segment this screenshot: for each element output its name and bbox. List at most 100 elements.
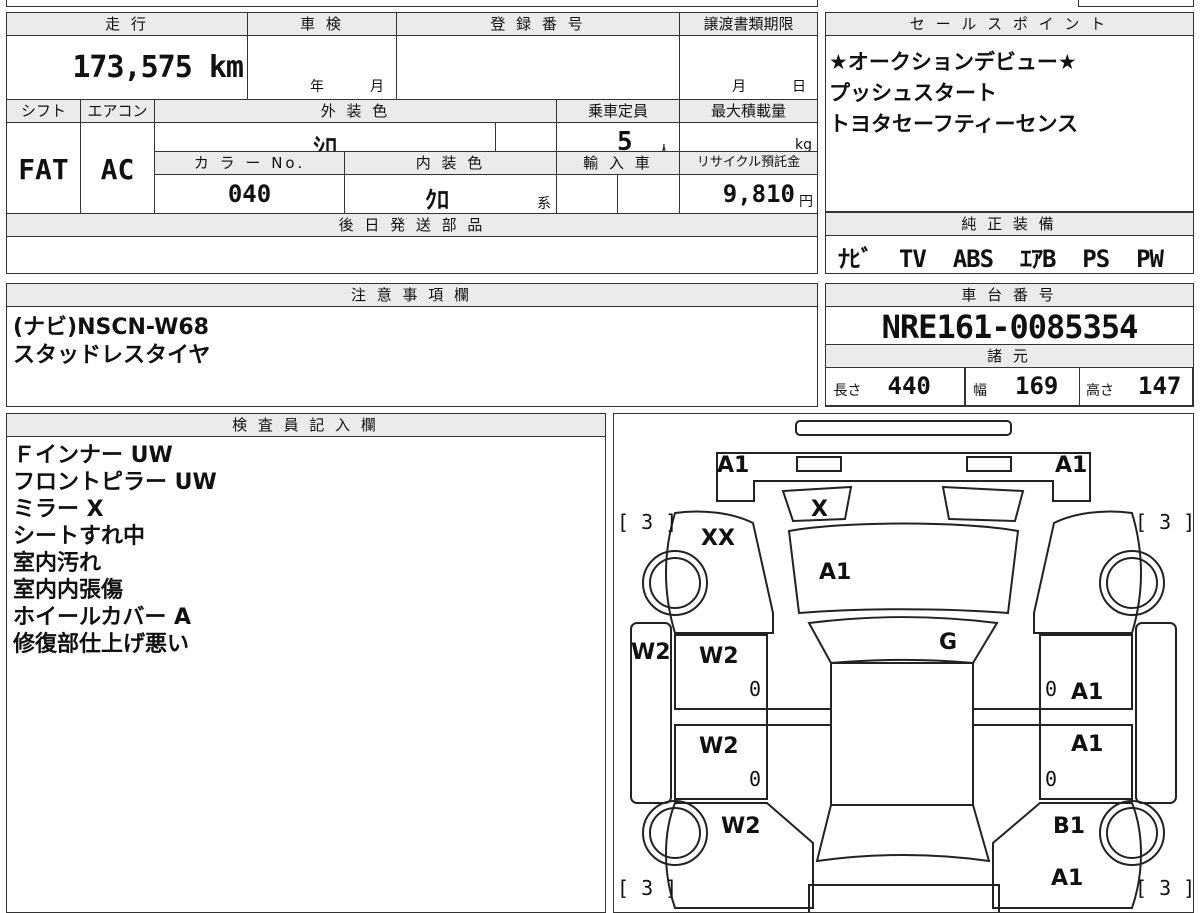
mark-rear-right: A1: [1051, 866, 1083, 891]
mark-right-front-door-zero: 0: [1045, 677, 1057, 701]
tire-mark-bottom-left: [ 3 ]: [617, 876, 677, 900]
interior-unit: 系: [537, 196, 551, 212]
equipment-value: ﾅﾋﾞ TV ABS ｴｱB PS PW: [838, 245, 1164, 273]
sales-line-2: プッシュスタート: [829, 81, 997, 105]
sales-point-lines: ★オークションデビュー★ プッシュスタート トヨタセーフティーセンス: [829, 47, 1078, 140]
equipment-box: 純 正 装 備 ﾅﾋﾞ TV ABS ｴｱB PS PW: [824, 211, 1194, 274]
shaken-cell: 年 月: [247, 35, 397, 100]
rear-trunk: [807, 883, 1000, 912]
deadline-header: 譲渡書類期限: [679, 12, 818, 36]
spec-length-cell: 長さ 440: [824, 367, 966, 406]
colorno-header: カ ラ ー No.: [154, 151, 345, 175]
ac-header: エアコン: [80, 99, 155, 123]
tire-rear-right-inner: [1105, 806, 1158, 859]
mark-front-right: A1: [1055, 453, 1087, 478]
spec-height-cell: 高さ 147: [1079, 367, 1193, 406]
notes-line-1: (ナビ)NSCN-W68: [13, 315, 209, 340]
spec-height-value: 147: [1138, 372, 1182, 400]
recycle-value: 9,810: [722, 180, 795, 208]
mark-right-front-door: A1: [1071, 680, 1103, 705]
deadline-cell: 月 日: [679, 35, 818, 100]
recycle-unit: 円: [799, 194, 813, 210]
basic-info-table: 走 行 車 検 登 録 番 号 譲渡書類期限 173,575 km 年 月 月 …: [6, 12, 818, 274]
mark-left-rear-door: W2: [699, 734, 739, 759]
recycle-cell: 9,810 円: [679, 174, 818, 214]
mileage-value: 173,575 km: [72, 50, 244, 85]
colorno-cell: 040: [154, 174, 345, 214]
inspector-line-8: 修復部仕上げ悪い: [13, 632, 190, 657]
front-windshield: [806, 615, 999, 664]
specs-header: 諸 元: [824, 344, 1194, 368]
tire-front-right: [1098, 549, 1165, 616]
roof: [829, 661, 974, 806]
registration-cell: [396, 35, 680, 100]
mark-right-quarter: B1: [1053, 814, 1085, 839]
mark-hood: A1: [819, 560, 851, 585]
inspector-line-7: ホイールカバー A: [13, 605, 192, 630]
mark-left-pillar: W2: [631, 640, 671, 665]
deadline-month: 月: [732, 79, 746, 95]
deadline-day: 日: [792, 79, 806, 95]
spec-width-label: 幅: [973, 383, 987, 399]
shift-value: FAT: [18, 153, 69, 186]
shift-cell: FAT: [6, 122, 81, 214]
right-headlight: [965, 455, 1012, 472]
equipment-header: 純 正 装 備: [824, 211, 1194, 236]
sales-point-box: セ ー ル ス ポ イ ン ト ★オークションデビュー★ プッシュスタート トヨ…: [824, 11, 1194, 212]
top-stub-right: [1078, 0, 1194, 7]
mark-left-front-door: W2: [699, 644, 739, 669]
shaken-header: 車 検: [247, 12, 397, 36]
chassis-header: 車 台 番 号: [824, 282, 1194, 307]
registration-header: 登 録 番 号: [396, 12, 680, 36]
colorno-value: 040: [227, 180, 272, 208]
mileage-header: 走 行: [6, 12, 248, 36]
interior-header: 内 装 色: [344, 151, 557, 175]
interior-value: ｸﾛ: [425, 186, 449, 214]
top-stub-row: [6, 0, 818, 7]
inspector-box: 検 査 員 記 入 欄 Ｆインナー UW フロントピラー UW ミラー X シー…: [5, 412, 606, 913]
tire-mark-top-right: [ 3 ]: [1135, 510, 1194, 534]
sales-line-1: ★オークションデビュー★: [829, 50, 1077, 74]
notes-header: 注 意 事 項 欄: [5, 282, 818, 307]
right-pillar-strip: [1134, 621, 1177, 804]
later-parts-cell: [6, 236, 818, 274]
mark-right-rear-door-zero: 0: [1045, 767, 1057, 791]
exterior-header: 外 装 色: [154, 99, 557, 123]
maxload-header: 最大積載量: [679, 99, 818, 123]
inspector-line-5: 室内汚れ: [13, 551, 102, 576]
inspector-line-3: ミラー X: [13, 497, 104, 522]
sales-point-header: セ ー ル ス ポ イ ン ト: [824, 11, 1194, 36]
tire-mark-bottom-right: [ 3 ]: [1135, 876, 1194, 900]
spec-length-label: 長さ: [833, 383, 862, 399]
mark-windshield-top: X: [811, 497, 828, 522]
notes-box: 注 意 事 項 欄 (ナビ)NSCN-W68 スタッドレスタイヤ: [5, 282, 818, 407]
windshield-top-right: [941, 485, 1024, 522]
front-bumper: [794, 419, 1012, 436]
tire-front-left-inner: [648, 556, 701, 609]
car-diagram-box: A1 A1 X XX A1 G W2 W2 0 W2 0 W2 0 A1 A1 …: [613, 413, 1194, 913]
chassis-value: NRE161-0085354: [881, 308, 1139, 346]
inspector-line-2: フロントピラー UW: [13, 470, 217, 495]
interior-cell: ｸﾛ 系: [344, 174, 557, 214]
import-cell-2: [617, 174, 680, 214]
mark-right-rear-door: A1: [1071, 732, 1103, 757]
mark-roof: G: [939, 630, 957, 655]
chassis-box: 車 台 番 号 NRE161-0085354 諸 元 長さ 440 幅 169 …: [824, 282, 1194, 407]
shaken-year: 年: [310, 79, 324, 95]
tire-front-left: [641, 549, 708, 616]
tire-rear-left-inner: [648, 806, 701, 859]
left-headlight: [795, 455, 842, 472]
mark-front-left: A1: [717, 453, 749, 478]
inspector-line-1: Ｆインナー UW: [13, 443, 173, 468]
spec-length-value: 440: [887, 372, 931, 400]
shift-header: シフト: [6, 99, 81, 123]
ac-cell: AC: [80, 122, 155, 214]
mark-left-front-door-zero: 0: [749, 677, 761, 701]
rear-window: [815, 803, 990, 862]
mark-left-rear-door-zero: 0: [749, 767, 761, 791]
car-diagram: A1 A1 X XX A1 G W2 W2 0 W2 0 W2 0 A1 A1 …: [617, 419, 1194, 912]
sales-line-3: トヨタセーフティーセンス: [829, 112, 1079, 136]
spec-width-cell: 幅 169: [964, 367, 1080, 406]
inspector-line-6: 室内内張傷: [13, 578, 124, 603]
recycle-header: リサイクル預託金: [679, 151, 818, 175]
